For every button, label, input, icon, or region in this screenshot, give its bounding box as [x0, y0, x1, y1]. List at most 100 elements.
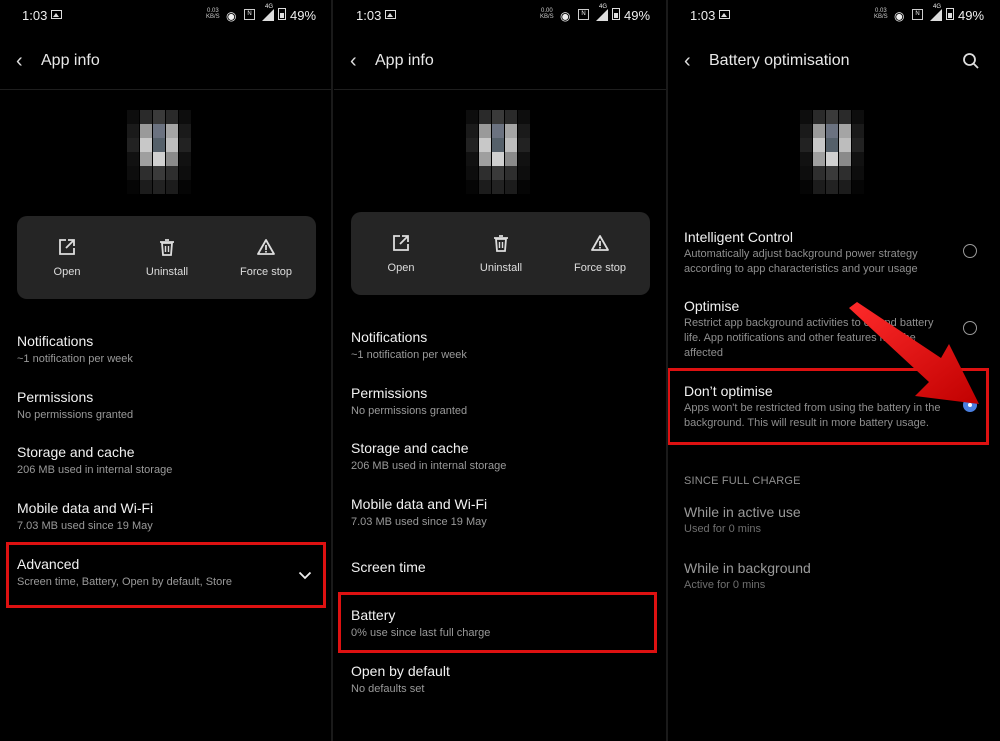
- icon-pixel: [826, 138, 838, 152]
- open-button[interactable]: Open: [17, 216, 117, 299]
- divider: [0, 89, 331, 90]
- icon-pixel: [127, 180, 139, 194]
- back-arrow-icon[interactable]: ‹: [684, 51, 691, 71]
- network-type: 4G: [265, 4, 274, 10]
- radio-intelligent-control[interactable]: [963, 244, 977, 258]
- icon-pixel: [852, 138, 864, 152]
- back-arrow-icon[interactable]: ‹: [350, 51, 357, 71]
- battery-percent: 49%: [624, 8, 651, 23]
- permissions-item[interactable]: Permissions No permissions granted: [17, 388, 314, 422]
- app-icon-pixelated: [800, 110, 866, 196]
- notifications-item[interactable]: Notifications ~1 notification per week: [17, 332, 314, 366]
- screen-app-info-1: 1:03 0.03 KB/S ◉ N 4G 49% ‹ App info Open…: [0, 0, 331, 741]
- icon-pixel: [813, 124, 825, 138]
- icon-pixel: [518, 110, 530, 124]
- divider: [334, 89, 666, 90]
- app-bar: ‹ App info: [334, 42, 666, 80]
- screen-battery-optimisation: 1:03 0.03 KB/S ◉ N 4G 49% ‹ Battery optim…: [668, 0, 1000, 741]
- icon-pixel: [166, 166, 178, 180]
- icon-pixel: [505, 152, 517, 166]
- permissions-item[interactable]: Permissions No permissions granted: [351, 384, 649, 418]
- item-subtitle: 7.03 MB used since 19 May: [17, 520, 153, 532]
- net-speed-indicator: 0.03 KB/S: [874, 8, 888, 20]
- icon-pixel: [179, 180, 191, 194]
- option-intelligent-control[interactable]: Intelligent Control Automatically adjust…: [684, 228, 984, 277]
- warning-icon: [257, 239, 275, 255]
- icon-pixel: [479, 152, 491, 166]
- status-bar: 1:03 0.03 KB/S ◉ N 4G 49%: [668, 0, 1000, 30]
- icon-pixel: [800, 138, 812, 152]
- back-arrow-icon[interactable]: ‹: [16, 51, 23, 71]
- status-bar: 1:03 0.00 KB/S ◉ N 4G 49%: [334, 0, 666, 30]
- icon-pixel: [505, 124, 517, 138]
- icon-pixel: [179, 124, 191, 138]
- force-stop-button[interactable]: Force stop: [550, 212, 650, 295]
- storage-item[interactable]: Storage and cache 206 MB used in interna…: [351, 439, 649, 473]
- icon-pixel: [166, 138, 178, 152]
- uninstall-label: Uninstall: [479, 262, 523, 274]
- highlight-box-advanced: [6, 542, 326, 608]
- icon-pixel: [492, 166, 504, 180]
- icon-pixel: [140, 110, 152, 124]
- item-subtitle: No defaults set: [351, 683, 425, 695]
- icon-pixel: [813, 138, 825, 152]
- icon-pixel: [505, 180, 517, 194]
- icon-pixel: [852, 152, 864, 166]
- force-stop-label: Force stop: [574, 262, 626, 274]
- icon-pixel: [166, 180, 178, 194]
- icon-pixel: [140, 166, 152, 180]
- item-title: Screen time: [351, 559, 426, 575]
- force-stop-label: Force stop: [240, 266, 292, 278]
- action-card: Open Uninstall Force stop: [351, 212, 650, 295]
- icon-pixel: [179, 110, 191, 124]
- uninstall-button[interactable]: Uninstall: [117, 216, 217, 299]
- icon-pixel: [813, 152, 825, 166]
- red-arrow-annotation-icon: [849, 302, 979, 404]
- uninstall-button[interactable]: Uninstall: [451, 212, 551, 295]
- icon-pixel: [140, 152, 152, 166]
- gallery-notification-icon: [385, 10, 396, 19]
- screen-time-item[interactable]: Screen time: [351, 558, 649, 576]
- item-subtitle: No permissions granted: [351, 405, 468, 417]
- storage-item[interactable]: Storage and cache 206 MB used in interna…: [17, 443, 314, 477]
- search-icon[interactable]: [962, 52, 980, 70]
- nfc-icon: N: [578, 9, 589, 20]
- screen-app-info-2: 1:03 0.00 KB/S ◉ N 4G 49% ‹ App info Open…: [334, 0, 666, 741]
- icon-pixel: [153, 124, 165, 138]
- option-description: Automatically adjust background power st…: [684, 248, 918, 275]
- icon-pixel: [852, 110, 864, 124]
- icon-pixel: [826, 166, 838, 180]
- open-button[interactable]: Open: [351, 212, 451, 295]
- icon-pixel: [813, 110, 825, 124]
- page-title: Battery optimisation: [709, 52, 850, 69]
- force-stop-button[interactable]: Force stop: [216, 216, 316, 299]
- open-by-default-item[interactable]: Open by default No defaults set: [351, 662, 649, 696]
- battery-icon: [612, 8, 620, 20]
- item-subtitle: ~1 notification per week: [351, 349, 467, 361]
- icon-pixel: [800, 180, 812, 194]
- icon-pixel: [153, 138, 165, 152]
- item-subtitle: ~1 notification per week: [17, 353, 133, 365]
- icon-pixel: [518, 138, 530, 152]
- nfc-icon: N: [912, 9, 923, 20]
- icon-pixel: [826, 180, 838, 194]
- icon-pixel: [166, 124, 178, 138]
- network-type: 4G: [599, 4, 608, 10]
- trash-icon: [494, 235, 508, 252]
- icon-pixel: [800, 166, 812, 180]
- icon-pixel: [800, 110, 812, 124]
- page-title: App info: [375, 52, 434, 69]
- notifications-item[interactable]: Notifications ~1 notification per week: [351, 328, 649, 362]
- mobile-data-item[interactable]: Mobile data and Wi-Fi 7.03 MB used since…: [17, 499, 314, 533]
- icon-pixel: [127, 166, 139, 180]
- status-time: 1:03: [22, 8, 48, 23]
- icon-pixel: [127, 124, 139, 138]
- item-title: Open by default: [351, 663, 450, 679]
- page-title: App info: [41, 52, 100, 69]
- app-icon-pixelated: [466, 110, 532, 196]
- mobile-data-item[interactable]: Mobile data and Wi-Fi 7.03 MB used since…: [351, 495, 649, 529]
- section-header: SINCE FULL CHARGE: [684, 475, 801, 487]
- icon-pixel: [839, 124, 851, 138]
- open-label: Open: [387, 262, 415, 274]
- hotspot-icon: ◉: [226, 9, 237, 23]
